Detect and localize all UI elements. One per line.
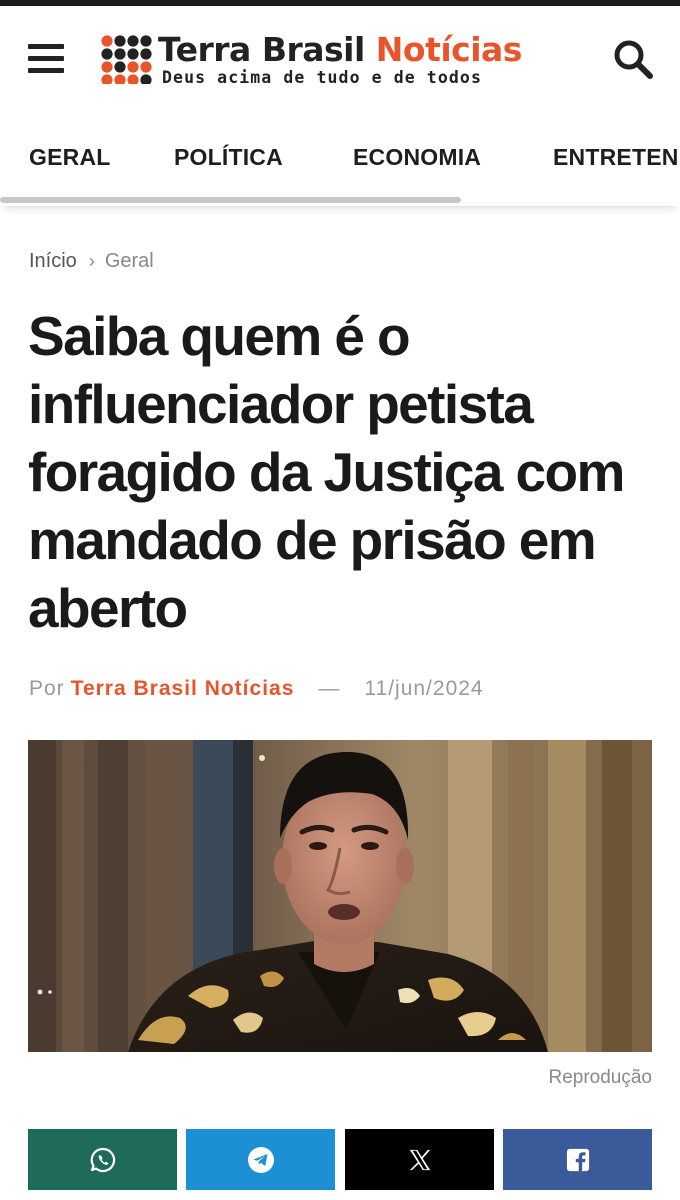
article-title: Saiba quem é o influenciador petista for…: [28, 305, 625, 639]
nav-item-economia[interactable]: ECONOMIA: [353, 144, 481, 171]
search-icon[interactable]: [612, 38, 654, 80]
breadcrumb: Início › Geral: [29, 250, 154, 273]
logo-tagline: Deus acima de tudo e de todos: [162, 68, 482, 87]
author-link[interactable]: Terra Brasil Notícias: [71, 677, 295, 700]
article-meta: Por Terra Brasil Notícias — 11/jun/2024: [29, 677, 484, 701]
logo-dots-icon: [101, 35, 152, 84]
share-facebook-button[interactable]: [503, 1129, 652, 1190]
featured-photo-illustration: [28, 740, 652, 1052]
byline-label: Por: [29, 677, 65, 700]
whatsapp-icon: [90, 1147, 115, 1172]
nav-item-politica[interactable]: POLÍTICA: [174, 144, 283, 171]
logo-name-main: Terra Brasil: [158, 30, 365, 69]
share-whatsapp-button[interactable]: [28, 1129, 177, 1190]
image-caption: Reprodução: [548, 1067, 652, 1088]
hamburger-menu-icon[interactable]: [28, 44, 64, 74]
meta-separator: —: [318, 677, 341, 700]
article-featured-image[interactable]: [28, 740, 652, 1052]
category-nav: GERAL POLÍTICA ECONOMIA ENTRETENIMENTO: [0, 110, 680, 206]
facebook-icon: [566, 1148, 589, 1171]
share-x-button[interactable]: [345, 1129, 494, 1190]
breadcrumb-current-link[interactable]: Geral: [105, 250, 154, 272]
nav-scrollbar[interactable]: [0, 197, 461, 203]
site-logo[interactable]: Terra Brasil Notícias Deus acima de tudo…: [100, 30, 580, 90]
site-header: Terra Brasil Notícias Deus acima de tudo…: [0, 6, 680, 110]
breadcrumb-home-link[interactable]: Início: [29, 250, 77, 272]
chevron-right-icon: ›: [88, 251, 95, 271]
nav-item-entretenimento[interactable]: ENTRETENIMENTO: [553, 144, 680, 171]
nav-item-geral[interactable]: GERAL: [29, 144, 111, 171]
publish-date: 11/jun/2024: [364, 677, 484, 700]
x-icon: [409, 1149, 430, 1170]
telegram-icon: [247, 1146, 274, 1173]
logo-name-accent: Notícias: [375, 30, 523, 69]
logo-wordmark: Terra Brasil Notícias: [158, 30, 522, 70]
share-telegram-button[interactable]: [186, 1129, 335, 1190]
